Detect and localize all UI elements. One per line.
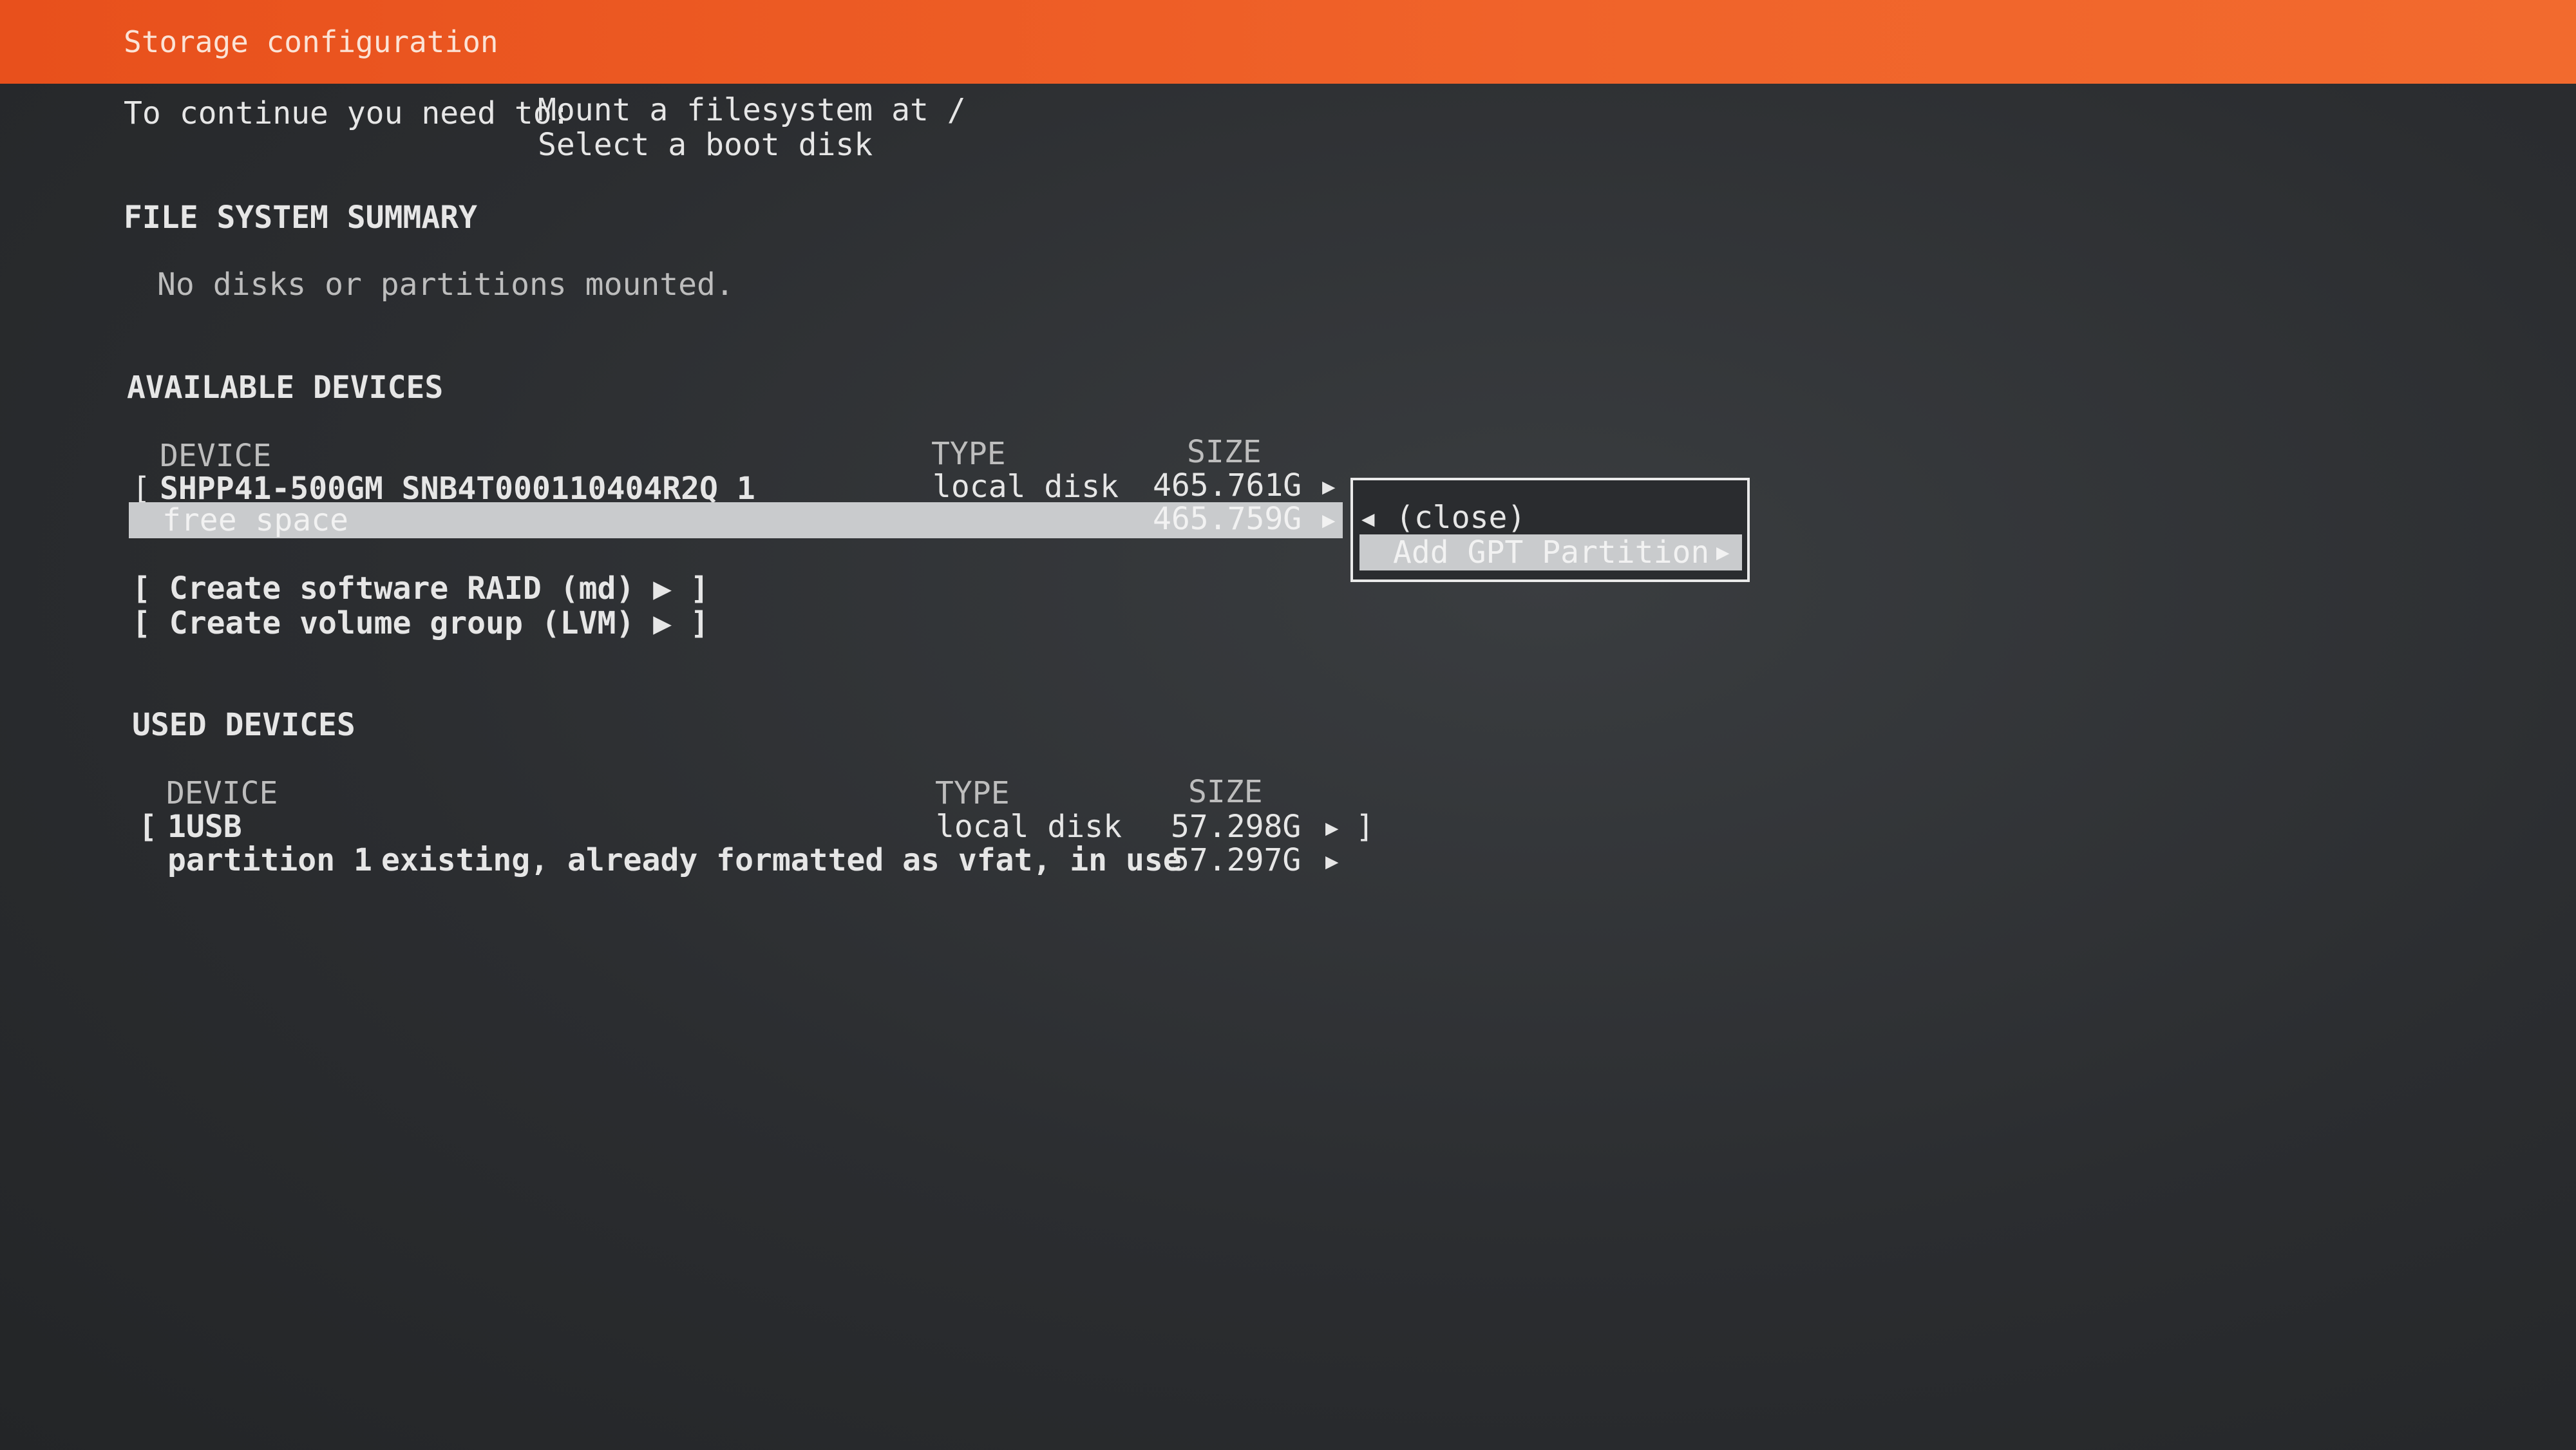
used-devices-heading: USED DEVICES — [132, 707, 355, 743]
row-bracket: [ — [132, 471, 151, 507]
used-col-type: TYPE — [935, 775, 1010, 811]
disk-size: 465.761G — [1153, 467, 1302, 504]
available-col-type: TYPE — [931, 436, 1006, 472]
close-arrow-icon: ◀ — [1361, 506, 1375, 532]
disk-menu-arrow-icon[interactable]: ▶ — [1322, 469, 1335, 505]
row-bracket: ] — [1356, 809, 1374, 845]
partition-size: 57.297G — [1171, 842, 1302, 878]
free-space-label: free space — [162, 502, 348, 538]
row-bracket: [ — [138, 809, 157, 845]
add-gpt-partition-item[interactable]: Add GPT Partition ▶ — [1359, 534, 1742, 570]
used-disk-size: 57.298G — [1171, 809, 1302, 845]
requirement-mount-root: Mount a filesystem at / — [538, 92, 966, 128]
header-bar: Storage configuration — [0, 0, 2576, 84]
free-space-size: 465.759G — [1153, 501, 1302, 537]
free-space-arrow-icon[interactable]: ▶ — [1322, 502, 1335, 538]
available-col-device: DEVICE — [160, 438, 272, 474]
disk-name: SHPP41-500GM_SNB4T000110404R2Q_1 — [160, 471, 755, 507]
close-menu-item[interactable]: (close) — [1396, 500, 1526, 536]
partition-arrow-icon[interactable]: ▶ — [1325, 843, 1338, 880]
disk-type: local disk — [933, 469, 1119, 505]
add-gpt-arrow-icon: ▶ — [1716, 540, 1730, 565]
free-space-action-menu: ◀ (close) Add GPT Partition ▶ — [1350, 478, 1750, 582]
free-space-row[interactable]: free space 465.759G ▶ — [129, 501, 1343, 538]
used-disk-arrow-icon[interactable]: ▶ — [1325, 810, 1338, 846]
partition-desc: existing, already formatted as vfat, in … — [381, 842, 1182, 878]
partition-name: partition 1 — [167, 842, 372, 878]
fs-summary-heading: FILE SYSTEM SUMMARY — [124, 200, 478, 236]
requirements-prefix: To continue you need to: — [124, 95, 571, 131]
used-col-device: DEVICE — [166, 775, 278, 811]
add-gpt-partition-label: Add GPT Partition — [1393, 534, 1710, 570]
available-col-size: SIZE — [1187, 434, 1262, 470]
available-devices-heading: AVAILABLE DEVICES — [127, 370, 444, 406]
used-col-size: SIZE — [1188, 774, 1263, 810]
used-disk-name: 1USB — [167, 809, 242, 845]
requirement-boot-disk: Select a boot disk — [538, 127, 873, 163]
create-raid-button[interactable]: [ Create software RAID (md) ▶ ] — [132, 570, 709, 607]
page-title: Storage configuration — [124, 24, 498, 59]
create-lvm-button[interactable]: [ Create volume group (LVM) ▶ ] — [132, 605, 709, 641]
used-disk-type: local disk — [936, 809, 1122, 845]
fs-summary-empty: No disks or partitions mounted. — [157, 267, 734, 303]
